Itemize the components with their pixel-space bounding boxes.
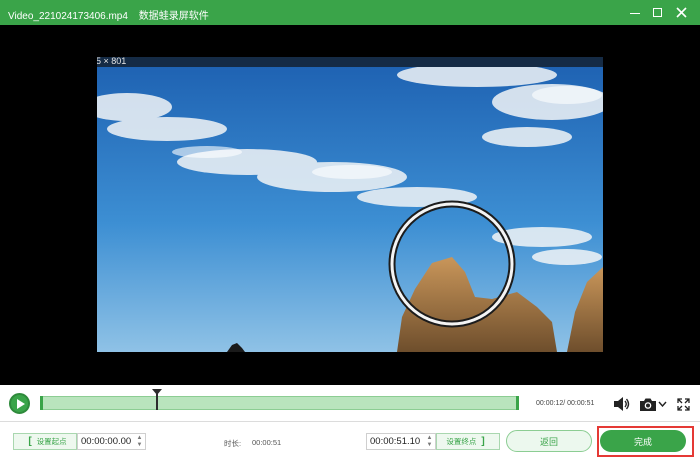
- play-button[interactable]: [9, 393, 30, 414]
- video-player[interactable]: 5 × 801: [0, 25, 700, 385]
- screenshot-options-dropdown[interactable]: [657, 397, 667, 411]
- bracket-right-icon: ]: [481, 436, 485, 447]
- fullscreen-button[interactable]: [675, 396, 691, 412]
- set-end-button[interactable]: 设置终点 ]: [436, 433, 500, 450]
- close-button[interactable]: [668, 0, 694, 25]
- end-time-value: 00:00:51.10: [370, 436, 421, 447]
- back-button[interactable]: 返回: [506, 430, 592, 452]
- close-icon: [675, 7, 687, 18]
- video-scene-image: [97, 67, 603, 352]
- trim-start-handle[interactable]: [40, 396, 43, 410]
- done-button[interactable]: 完成: [600, 430, 686, 452]
- playback-time: 00:00:12/ 00:00:51: [536, 400, 595, 407]
- caret-up-icon[interactable]: ▲: [137, 435, 143, 441]
- trim-timeline[interactable]: [40, 389, 519, 410]
- maximize-icon: [652, 8, 662, 17]
- chevron-down-icon: [657, 401, 667, 407]
- duration-label: 时长:: [224, 439, 242, 448]
- duration-value: 00:00:51: [252, 438, 282, 447]
- start-time-stepper[interactable]: ▲ ▼: [135, 435, 144, 448]
- start-time-value: 00:00:00.00: [81, 436, 132, 447]
- fullscreen-icon: [676, 397, 690, 411]
- maximize-button[interactable]: [644, 0, 670, 25]
- caret-down-icon[interactable]: ▼: [427, 442, 433, 448]
- bracket-left-icon: [: [28, 436, 32, 447]
- play-icon: [16, 398, 25, 409]
- volume-button[interactable]: [612, 395, 632, 413]
- set-start-label: 设置起点: [36, 437, 67, 446]
- camera-icon: [640, 398, 656, 411]
- file-name: Video_221024173406.mp4: [8, 11, 128, 22]
- end-time-stepper[interactable]: ▲ ▼: [425, 435, 434, 448]
- start-time-field[interactable]: 00:00:00.00 ▲ ▼: [77, 433, 146, 450]
- caret-down-icon[interactable]: ▼: [137, 442, 143, 448]
- divider: [0, 421, 700, 422]
- title-bar: Video_221024173406.mp4 数据蛙录屏软件: [0, 0, 700, 25]
- video-frame: 5 × 801: [97, 57, 603, 352]
- volume-icon: [614, 397, 630, 411]
- dimension-bar: 5 × 801: [97, 57, 603, 67]
- caret-up-icon[interactable]: ▲: [427, 435, 433, 441]
- window-title: Video_221024173406.mp4 数据蛙录屏软件: [8, 7, 209, 22]
- trim-end-handle[interactable]: [516, 396, 519, 410]
- app-name: 数据蛙录屏软件: [138, 11, 209, 22]
- end-time-field[interactable]: 00:00:51.10 ▲ ▼: [366, 433, 436, 450]
- screenshot-button[interactable]: [638, 395, 658, 413]
- set-end-label: 设置终点: [446, 437, 477, 446]
- playhead-marker[interactable]: [152, 389, 162, 395]
- set-start-button[interactable]: [ 设置起点: [13, 433, 77, 450]
- video-dimensions: 5 × 801: [97, 57, 127, 66]
- minimize-icon: [630, 12, 640, 15]
